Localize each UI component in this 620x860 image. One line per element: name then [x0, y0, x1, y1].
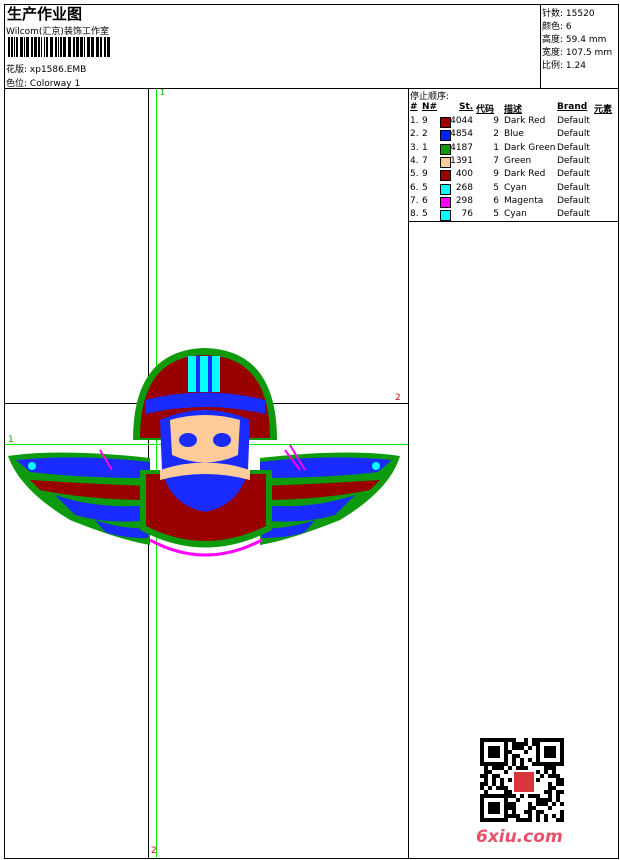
embroidery-design	[8, 348, 400, 557]
qr-code	[480, 738, 564, 822]
production-worksheet: 生产作业图 Wilcom(汇京)装饰工作室 花版: xp1586.EMB 色位:…	[0, 0, 620, 860]
watermark-text: 6xiu.com	[476, 827, 563, 847]
